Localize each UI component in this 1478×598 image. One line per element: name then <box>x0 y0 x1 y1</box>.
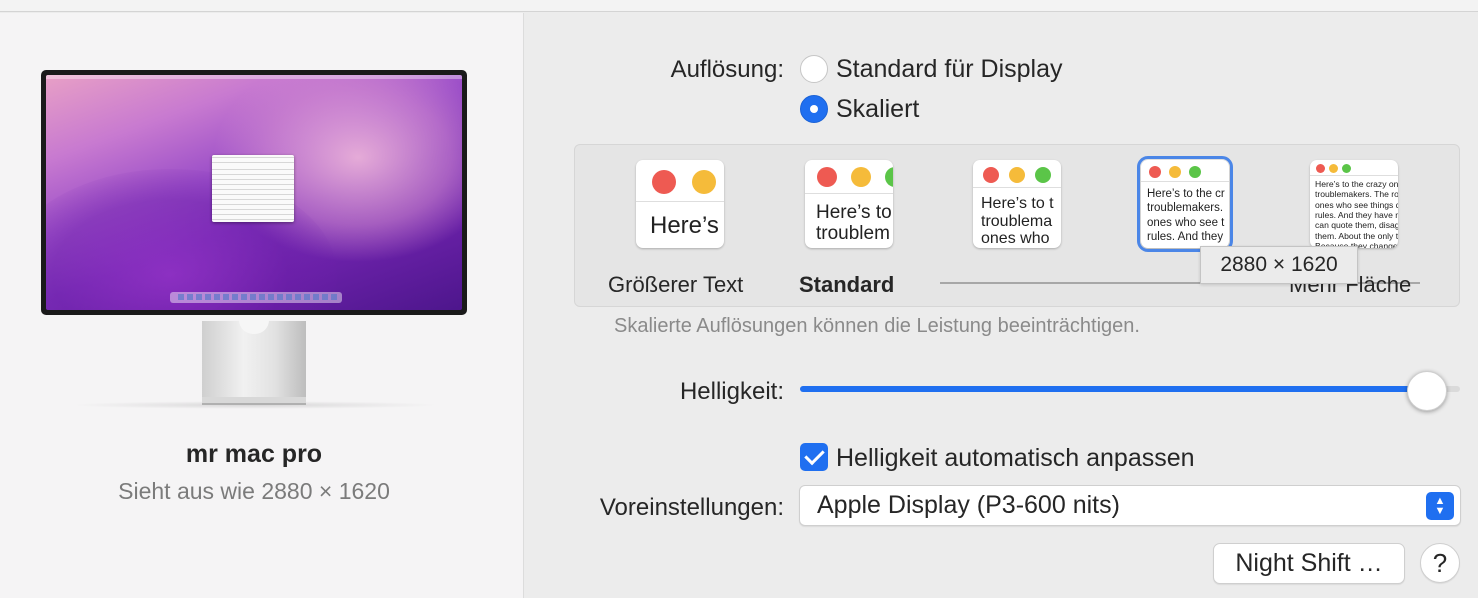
scale-label-standard: Standard <box>799 272 895 297</box>
brightness-slider[interactable] <box>800 386 1460 392</box>
scale-option-4-selected[interactable]: Here’s to the cr troublemakers. ones who… <box>1137 156 1233 252</box>
close-dot-icon <box>1316 164 1325 173</box>
scale-option-more-space[interactable]: Here’s to the crazy one troublemakers. T… <box>1310 160 1398 248</box>
scale-preview-text: Here’s <box>650 212 719 239</box>
mini-menubar <box>46 75 462 79</box>
scale-option-3[interactable]: Here’s to t troublema ones who <box>973 160 1061 248</box>
window-top-border <box>0 0 1478 12</box>
scale-label-larger-text: Größerer Text <box>608 272 744 297</box>
presets-label: Voreinstellungen: <box>599 494 784 521</box>
minimize-dot-icon <box>692 170 716 194</box>
monitor-wallpaper <box>46 75 462 310</box>
zoom-dot-icon <box>1342 164 1351 173</box>
scale-preview-text: Here’s to the cr troublemakers. ones who… <box>1147 188 1225 244</box>
monitor-image <box>41 70 467 315</box>
monitor-stand-foot <box>202 397 306 405</box>
minimize-dot-icon <box>1009 167 1025 183</box>
brightness-slider-fill <box>800 386 1427 392</box>
close-dot-icon <box>817 167 837 187</box>
radio-scaled[interactable] <box>800 95 828 123</box>
mini-document-window <box>212 155 294 222</box>
chevron-updown-icon: ▲ ▼ <box>1426 492 1454 520</box>
minimize-dot-icon <box>1329 164 1338 173</box>
scaling-performance-hint: Skalierte Auflösungen können die Leistun… <box>614 315 1140 337</box>
night-shift-button[interactable]: Night Shift … <box>1213 543 1405 584</box>
display-name: mr mac pro <box>185 440 323 468</box>
close-dot-icon <box>1149 166 1161 178</box>
radio-scaled-label[interactable]: Skaliert <box>836 95 919 124</box>
presets-select[interactable]: Apple Display (P3-600 nits) ▲ ▼ <box>799 485 1461 526</box>
minimize-dot-icon <box>851 167 871 187</box>
display-resolution-subtitle: Sieht aus wie 2880 × 1620 <box>118 478 390 504</box>
brightness-slider-knob[interactable] <box>1407 371 1447 411</box>
resolution-tooltip: 2880 × 1620 <box>1200 246 1358 284</box>
minimize-dot-icon <box>1169 166 1181 178</box>
close-dot-icon <box>983 167 999 183</box>
radio-standard-for-display-label[interactable]: Standard für Display <box>836 55 1063 84</box>
brightness-label: Helligkeit: <box>679 378 784 405</box>
mini-dock <box>170 292 342 303</box>
resolution-label: Auflösung: <box>670 56 784 83</box>
scale-option-standard[interactable]: Here’s to troublem <box>805 160 893 248</box>
scale-preview-text: Here’s to t troublema ones who <box>981 195 1054 248</box>
help-button[interactable]: ? <box>1420 543 1460 583</box>
presets-select-value: Apple Display (P3-600 nits) <box>817 491 1120 519</box>
radio-standard-for-display[interactable] <box>800 55 828 83</box>
close-dot-icon <box>652 170 676 194</box>
zoom-dot-icon <box>1035 167 1051 183</box>
auto-brightness-checkbox[interactable] <box>800 443 828 471</box>
auto-brightness-label[interactable]: Helligkeit automatisch anpassen <box>836 444 1195 473</box>
zoom-dot-icon <box>1189 166 1201 178</box>
scale-preview-text: Here’s to troublem <box>816 202 892 244</box>
scale-preview-text: Here’s to the crazy one troublemakers. T… <box>1315 179 1398 248</box>
scale-option-larger-text[interactable]: Here’s <box>636 160 724 248</box>
